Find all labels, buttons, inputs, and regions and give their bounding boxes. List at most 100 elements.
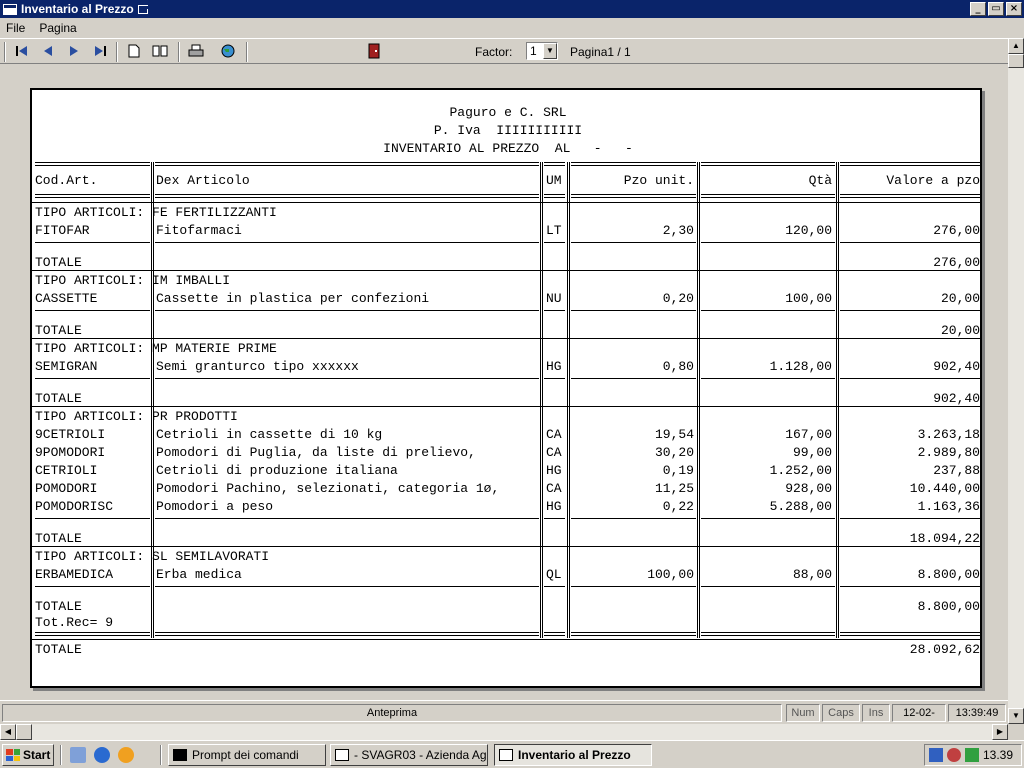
security-icon[interactable] (947, 748, 961, 762)
column-header: Cod.Art. (35, 173, 98, 188)
horizontal-scrollbar[interactable]: ◀ ▶ (0, 724, 1008, 740)
start-button[interactable]: Start (2, 744, 54, 766)
group-total-value: 8.800,00 (917, 599, 980, 614)
grand-total-separator (32, 639, 980, 640)
table-cell: HG (546, 359, 562, 374)
group-total-value: 276,00 (933, 255, 980, 270)
header-double-rule (544, 162, 565, 166)
grand-total-double-rule (544, 632, 565, 636)
network-icon[interactable] (929, 748, 943, 762)
exit-button[interactable] (364, 42, 384, 60)
vertical-scroll-thumb[interactable] (1008, 54, 1024, 68)
page-view-button[interactable] (124, 42, 144, 60)
subtotal-rule (35, 518, 150, 519)
table-cell: 5.288,00 (769, 499, 832, 514)
header-double-rule (840, 194, 980, 198)
table-cell: Pomodori a peso (156, 499, 274, 514)
tot-rec: Tot.Rec= 9 (35, 615, 114, 630)
table-cell: 237,88 (933, 463, 980, 478)
table-cell: QL (546, 567, 562, 582)
subtotal-rule (155, 518, 539, 519)
table-cell: 167,00 (785, 427, 832, 442)
group-total-value: 20,00 (940, 323, 980, 338)
export-button[interactable] (218, 42, 238, 60)
table-cell: Pomodori di Puglia, da liste di prelievo… (156, 445, 476, 460)
system-tray: 13.39 (924, 744, 1022, 766)
table-cell: HG (546, 463, 562, 478)
previous-page-button[interactable] (38, 42, 58, 60)
print-button[interactable] (186, 42, 206, 60)
next-page-icon (70, 46, 78, 56)
page-icon (128, 44, 140, 58)
report-title: INVENTARIO AL PREZZO AL - - (383, 141, 633, 156)
table-cell: 9POMODORI (35, 445, 106, 460)
subtotal-rule (544, 242, 565, 243)
table-cell: 2.989,80 (917, 445, 980, 460)
table-cell: 9CETRIOLI (35, 427, 106, 442)
last-page-button[interactable] (90, 42, 110, 60)
horizontal-scroll-thumb[interactable] (16, 724, 32, 740)
grand-total-double-rule (155, 632, 539, 636)
factor-select[interactable]: 1 ▼ (526, 42, 558, 60)
scroll-up-button[interactable]: ▲ (1008, 38, 1024, 54)
subtotal-rule (544, 586, 565, 587)
quicklaunch-ie-icon[interactable] (94, 747, 110, 763)
vertical-scrollbar[interactable]: ▲ ▼ (1008, 38, 1024, 724)
taskbar: Start Prompt dei comandi - SVAGR03 - Azi… (0, 740, 1024, 768)
status-ins: Ins (862, 704, 890, 722)
group-header: TIPO ARTICOLI: MP MATERIE PRIME (35, 341, 277, 356)
toolbar-separator (178, 42, 180, 62)
table-cell: LT (546, 223, 562, 238)
task-svagr03[interactable]: - SVAGR03 - Azienda Agr... (330, 744, 488, 766)
table-cell: 2,30 (662, 223, 694, 238)
subtotal-rule (840, 242, 980, 243)
group-separator (32, 546, 980, 547)
scroll-left-button[interactable]: ◀ (0, 724, 16, 740)
report-vat: P. Iva IIIIIIIIIII (433, 123, 583, 138)
status-bar: Anteprima Num Caps Ins 12-02-2016 13:39:… (0, 700, 1008, 724)
subtotal-rule (571, 518, 696, 519)
group-total-label: TOTALE (35, 255, 82, 270)
header-double-rule (840, 162, 980, 166)
two-page-view-button[interactable] (150, 42, 170, 60)
table-cell: POMODORISC (35, 499, 114, 514)
menu-bar: File Pagina (0, 18, 1024, 38)
group-header: TIPO ARTICOLI: IM IMBALLI (35, 273, 231, 288)
column-rule (836, 162, 839, 638)
task-inventario[interactable]: Inventario al Prezzo (494, 744, 652, 766)
minimize-button[interactable]: _ (970, 2, 986, 16)
table-cell: SEMIGRAN (35, 359, 98, 374)
task-prompt[interactable]: Prompt dei comandi (168, 744, 326, 766)
table-cell: 20,00 (940, 291, 980, 306)
preview-area[interactable]: Paguro e C. SRL P. Iva IIIIIIIIIII INVENTA… (0, 64, 1008, 700)
menu-file[interactable]: File (6, 21, 25, 35)
first-page-icon (16, 46, 27, 56)
scroll-down-button[interactable]: ▼ (1008, 708, 1024, 724)
group-header: TIPO ARTICOLI: SL SEMILAVORATI (35, 549, 270, 564)
close-button[interactable]: × (1006, 2, 1022, 16)
app-icon (3, 3, 17, 15)
quicklaunch-media-icon[interactable] (118, 747, 134, 763)
taskbar-separator (60, 745, 62, 765)
group-separator (32, 202, 980, 203)
next-page-button[interactable] (64, 42, 84, 60)
table-cell: Fitofarmaci (156, 223, 242, 238)
table-cell: 120,00 (785, 223, 832, 238)
maximize-button[interactable]: ▭ (988, 2, 1004, 16)
scroll-right-button[interactable]: ▶ (992, 724, 1008, 740)
page-indicator: Pagina1 / 1 (570, 45, 631, 59)
table-cell: CASSETTE (35, 291, 98, 306)
chevron-down-icon[interactable]: ▼ (543, 43, 557, 59)
update-icon[interactable] (965, 748, 979, 762)
first-page-button[interactable] (12, 42, 32, 60)
globe-icon (221, 44, 235, 58)
menu-pagina[interactable]: Pagina (39, 21, 76, 35)
column-header: Dex Articolo (156, 173, 250, 188)
table-cell: 10.440,00 (909, 481, 980, 496)
table-cell: 1.163,36 (917, 499, 980, 514)
subtotal-rule (701, 310, 835, 311)
quicklaunch-desktop-icon[interactable] (70, 747, 86, 763)
clock: 13.39 (982, 748, 1013, 762)
window-title-square-icon (137, 4, 151, 14)
subtotal-rule (571, 242, 696, 243)
